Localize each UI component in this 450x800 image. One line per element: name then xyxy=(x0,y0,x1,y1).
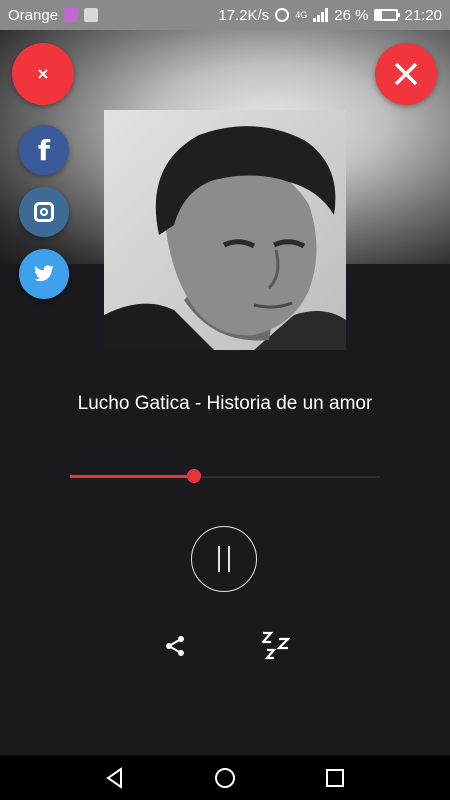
network-type: 4G xyxy=(295,10,308,20)
close-share-menu-button[interactable] xyxy=(12,43,74,105)
facebook-share-button[interactable]: f xyxy=(19,125,69,175)
pause-button[interactable] xyxy=(191,526,257,592)
recents-icon[interactable] xyxy=(323,766,347,790)
image-notification-icon xyxy=(84,8,99,22)
back-icon[interactable] xyxy=(103,766,127,790)
sleep-timer-icon xyxy=(260,631,291,660)
share-icon xyxy=(166,636,184,656)
signal-icon xyxy=(313,8,329,22)
home-icon[interactable] xyxy=(213,766,237,790)
twitter-share-button[interactable] xyxy=(19,249,69,299)
notification-icon xyxy=(64,8,79,22)
system-nav-bar xyxy=(0,755,450,800)
portrait-image xyxy=(104,110,346,350)
alarm-icon xyxy=(275,8,290,22)
close-icon xyxy=(394,62,418,86)
battery-percent: 26 % xyxy=(334,6,369,24)
instagram-icon xyxy=(34,202,54,222)
album-art xyxy=(104,110,346,350)
pause-icon-bar xyxy=(228,546,230,572)
twitter-icon xyxy=(34,265,54,282)
facebook-icon: f xyxy=(37,133,51,167)
instagram-share-button[interactable] xyxy=(19,187,69,237)
sleep-timer-button[interactable] xyxy=(260,630,291,660)
close-player-button[interactable] xyxy=(375,43,437,105)
clock: 21:20 xyxy=(404,6,442,24)
close-icon xyxy=(38,69,48,79)
network-speed: 17.2K/s xyxy=(218,6,270,24)
battery-icon xyxy=(374,9,401,21)
share-button[interactable] xyxy=(163,634,187,658)
pause-icon-bar xyxy=(218,546,220,572)
status-bar: Orange 17.2K/s 4G 26 % 21:20 xyxy=(0,0,450,30)
carrier-name: Orange xyxy=(8,6,59,24)
seek-bar-progress xyxy=(70,475,194,478)
track-title: Lucho Gatica - Historia de un amor xyxy=(77,393,373,414)
seek-bar-thumb[interactable] xyxy=(187,469,201,483)
